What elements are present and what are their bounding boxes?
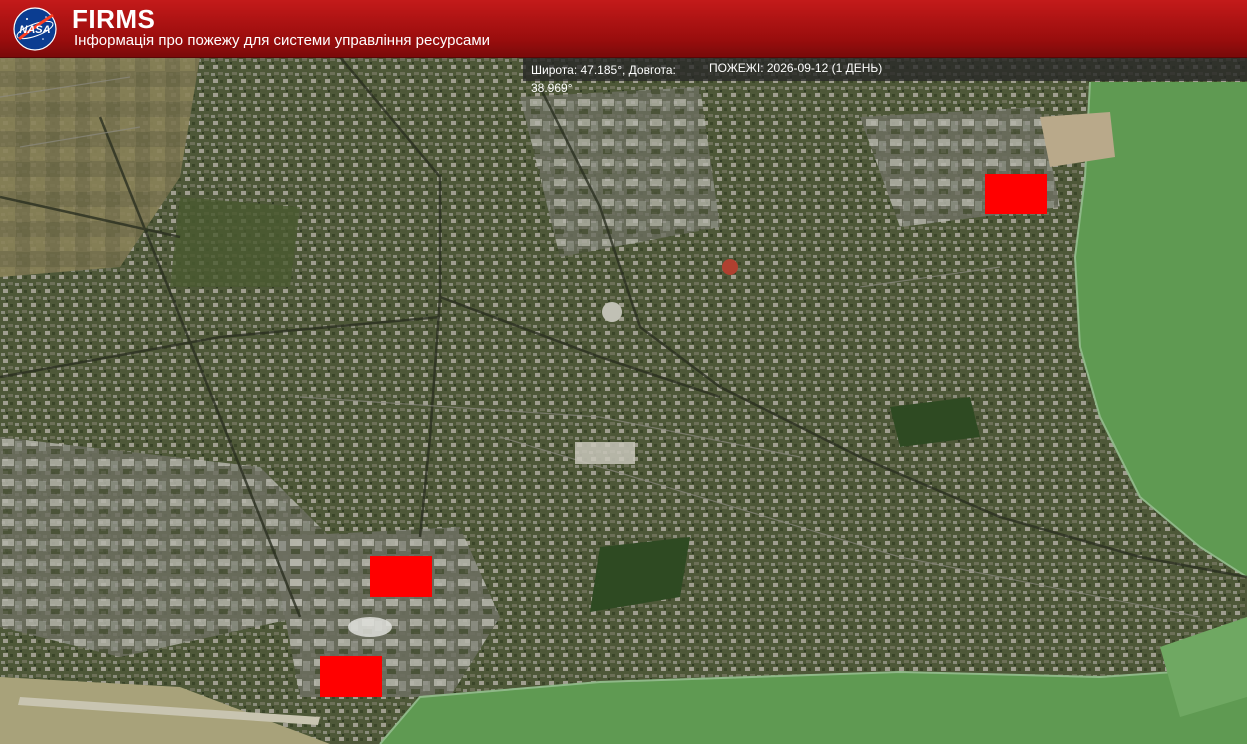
nasa-logo[interactable]: NASA [13, 7, 57, 51]
app-header: NASA FIRMS Інформація про пожежу для сис… [0, 0, 1247, 58]
info-bar: Широта: 47.185°, Довгота: 38.969° ПОЖЕЖІ… [523, 57, 1247, 95]
app-title: FIRMS [72, 4, 156, 34]
satellite-map[interactable] [0, 57, 1247, 744]
app-subtitle: Інформація про пожежу для системи управл… [74, 32, 491, 49]
fire-marker[interactable] [985, 174, 1047, 214]
fires-date-label: ПОЖЕЖІ: 2026-09-12 (1 ДЕНЬ) [709, 61, 883, 75]
cursor-coordinates: Широта: 47.185°, Довгота: 38.969° [531, 63, 676, 95]
fire-marker[interactable] [370, 556, 432, 597]
logo-wordmark: NASA [19, 24, 50, 36]
map-imagery [0, 57, 1247, 744]
fire-marker[interactable] [320, 656, 382, 697]
